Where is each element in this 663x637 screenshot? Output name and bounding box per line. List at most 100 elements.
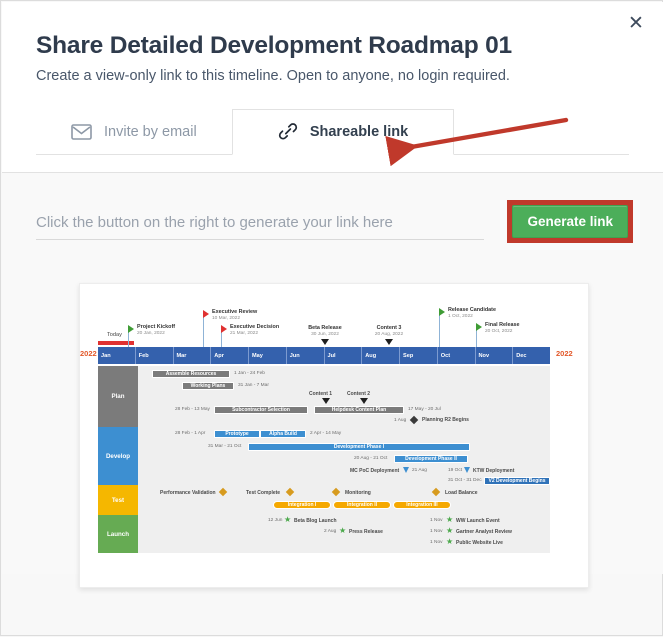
milestone-label: Executive Review — [212, 309, 257, 316]
dialog-body: Generate link 2022 2022 Today Jan Feb — [2, 172, 663, 574]
task-dates: 2 Apr - 14 May — [310, 431, 341, 436]
marker-gartner-date: 1 Nov — [430, 529, 443, 534]
envelope-icon — [71, 124, 92, 140]
task-bar-prototype[interactable]: Prototype — [214, 430, 260, 438]
swimlane-label: Develop — [106, 453, 130, 460]
milestone-label: Content 3 — [349, 325, 429, 332]
task-bar-assemble-resources[interactable]: Assemble Resources — [152, 370, 230, 378]
axis-month-sep: Sep — [400, 347, 438, 364]
app-window: ✕ Share Detailed Development Roadmap 01 … — [0, 0, 663, 636]
task-bar-v2-development-begins[interactable]: V2 Development Begins — [484, 477, 550, 485]
marker-gartner-label: Gartner Analyst Review — [456, 529, 512, 535]
swimlane-label: Plan — [111, 393, 124, 400]
milestone-label: Executive Decision — [230, 324, 279, 331]
share-dialog: ✕ Share Detailed Development Roadmap 01 … — [2, 2, 663, 574]
task-dates: 20 Aug - 21 Oct — [354, 456, 387, 461]
milestone-date: 20 Jan, 2022 — [137, 331, 175, 337]
milestone-label: Release Candidate — [448, 307, 496, 314]
marker-mc-poc-triangle — [403, 467, 409, 473]
swimlane-launch-header: Launch — [98, 515, 138, 553]
page-title: Share Detailed Development Roadmap 01 — [36, 32, 629, 60]
marker-press-release-label: Press Release — [349, 529, 383, 535]
marker-public-website-date: 1 Nov — [430, 540, 443, 545]
axis-month-jun: Jun — [287, 347, 325, 364]
axis-month-mar: Mar — [174, 347, 212, 364]
swimlane-develop-header: Develop — [98, 427, 138, 485]
star-icon: ★ — [446, 527, 453, 535]
marker-planning-r2-label: Planning R2 Begins — [422, 417, 469, 423]
tab-invite-by-email[interactable]: Invite by email — [59, 109, 209, 155]
task-dates: 31 Jan - 7 Mar — [238, 383, 269, 388]
axis-month-aug: Aug — [362, 347, 400, 364]
dialog-header: Share Detailed Development Roadmap 01 Cr… — [2, 2, 663, 155]
share-link-row: Generate link — [36, 205, 633, 245]
tab-shareable-link-label: Shareable link — [310, 124, 408, 140]
timeline-preview[interactable]: 2022 2022 Today Jan Feb Mar Apr May Jun … — [79, 283, 589, 588]
axis-month-feb: Feb — [136, 347, 174, 364]
milestone-date: 10 Mar, 2022 — [212, 316, 257, 322]
task-bar-alpha-build[interactable]: Alpha Build — [260, 430, 306, 438]
task-bar-subcontractor-selection[interactable]: Subcontractor Selection — [214, 406, 308, 414]
star-icon: ★ — [339, 527, 346, 535]
month-axis: Jan Feb Mar Apr May Jun Jul Aug Sep Oct … — [98, 347, 550, 364]
marker-press-release-date: 2 Aug — [324, 529, 336, 534]
swimlane-plan: Plan Assemble Resources 1 Jan - 24 Feb W… — [98, 366, 550, 427]
link-chain-icon — [278, 123, 298, 141]
star-icon: ★ — [446, 538, 453, 546]
task-bar-label: Alpha Build — [269, 431, 297, 437]
swimlane-label: Test — [112, 497, 124, 504]
milestone-date: 21 Mar, 2022 — [230, 331, 279, 337]
star-icon: ★ — [284, 516, 291, 524]
marker-load-balance-label: Load Balance — [445, 490, 478, 496]
task-bar-label: Subcontractor Selection — [232, 407, 290, 413]
milestone-label: Project Kickoff — [137, 324, 175, 331]
milestone-date: 1 Oct, 2022 — [448, 314, 496, 320]
marker-beta-blog-label: Beta Blog Launch — [294, 518, 337, 524]
share-link-input[interactable] — [36, 205, 484, 240]
marker-ktw-label: KTW Deployment — [473, 468, 514, 474]
marker-mc-poc-date: 21 Aug — [412, 468, 427, 473]
marker-ktw-date: 19 Oct — [448, 468, 462, 473]
marker-planning-r2-date: 1 Aug — [394, 418, 406, 423]
axis-month-dec: Dec — [513, 347, 550, 364]
task-bar-label: Development Phase II — [405, 456, 457, 462]
task-bar-label: Working Plans — [191, 383, 226, 389]
axis-year-left: 2022 — [80, 349, 97, 358]
task-bar-integration-ii[interactable]: Integration II — [333, 501, 391, 509]
task-dates: 31 Oct - 31 Dec — [448, 478, 482, 483]
marker-public-website-label: Public Website Live — [456, 540, 503, 546]
marker-content-2-label: Content 2 — [347, 391, 370, 397]
task-bar-label: Prototype — [225, 431, 248, 437]
task-bar-development-phase-ii[interactable]: Development Phase II — [394, 455, 468, 463]
generate-link-highlight: Generate link — [507, 200, 633, 243]
task-bar-label: Development Phase I — [334, 444, 384, 450]
marker-performance-validation-label: Performance Validation — [160, 490, 216, 496]
task-dates: 28 Feb - 1 Apr — [175, 431, 205, 436]
task-bar-integration-i[interactable]: Integration I — [273, 501, 331, 509]
swimlane-label: Launch — [107, 531, 129, 538]
axis-month-apr: Apr — [211, 347, 249, 364]
tab-shareable-link[interactable]: Shareable link — [232, 109, 454, 155]
task-bar-label: V2 Development Begins — [489, 478, 546, 484]
today-label: Today — [107, 332, 122, 338]
close-icon[interactable]: ✕ — [623, 10, 649, 36]
task-bar-label: Assemble Resources — [166, 371, 217, 377]
tab-bar: Invite by email Shareable link — [36, 108, 629, 155]
marker-content-2-triangle — [360, 398, 368, 404]
axis-month-jan: Jan — [98, 347, 136, 364]
marker-mc-poc-label: MC PoC Deployment — [350, 468, 399, 474]
task-bar-development-phase-i[interactable]: Development Phase I — [248, 443, 470, 451]
task-dates: 17 May - 20 Jul — [408, 407, 441, 412]
axis-month-jul: Jul — [325, 347, 363, 364]
marker-ww-launch-label: WW Launch Event — [456, 518, 500, 524]
task-bar-working-plans[interactable]: Working Plans — [182, 382, 234, 390]
generate-link-button[interactable]: Generate link — [512, 205, 628, 238]
task-bar-helpdesk-content-plan[interactable]: Helpdesk Content Plan — [314, 406, 404, 414]
swimlane-test-header: Test — [98, 485, 138, 515]
swimlane-launch: Launch 12 Jun ★ Beta Blog Launch 2 Aug ★… — [98, 515, 550, 553]
milestone-date: 20 Aug, 2022 — [349, 332, 429, 338]
task-bar-integration-iii[interactable]: Integration III — [393, 501, 451, 509]
task-bar-label: Integration I — [288, 502, 317, 508]
dialog-subtitle: Create a view-only link to this timeline… — [36, 67, 629, 86]
marker-monitoring-label: Monitoring — [345, 490, 371, 496]
